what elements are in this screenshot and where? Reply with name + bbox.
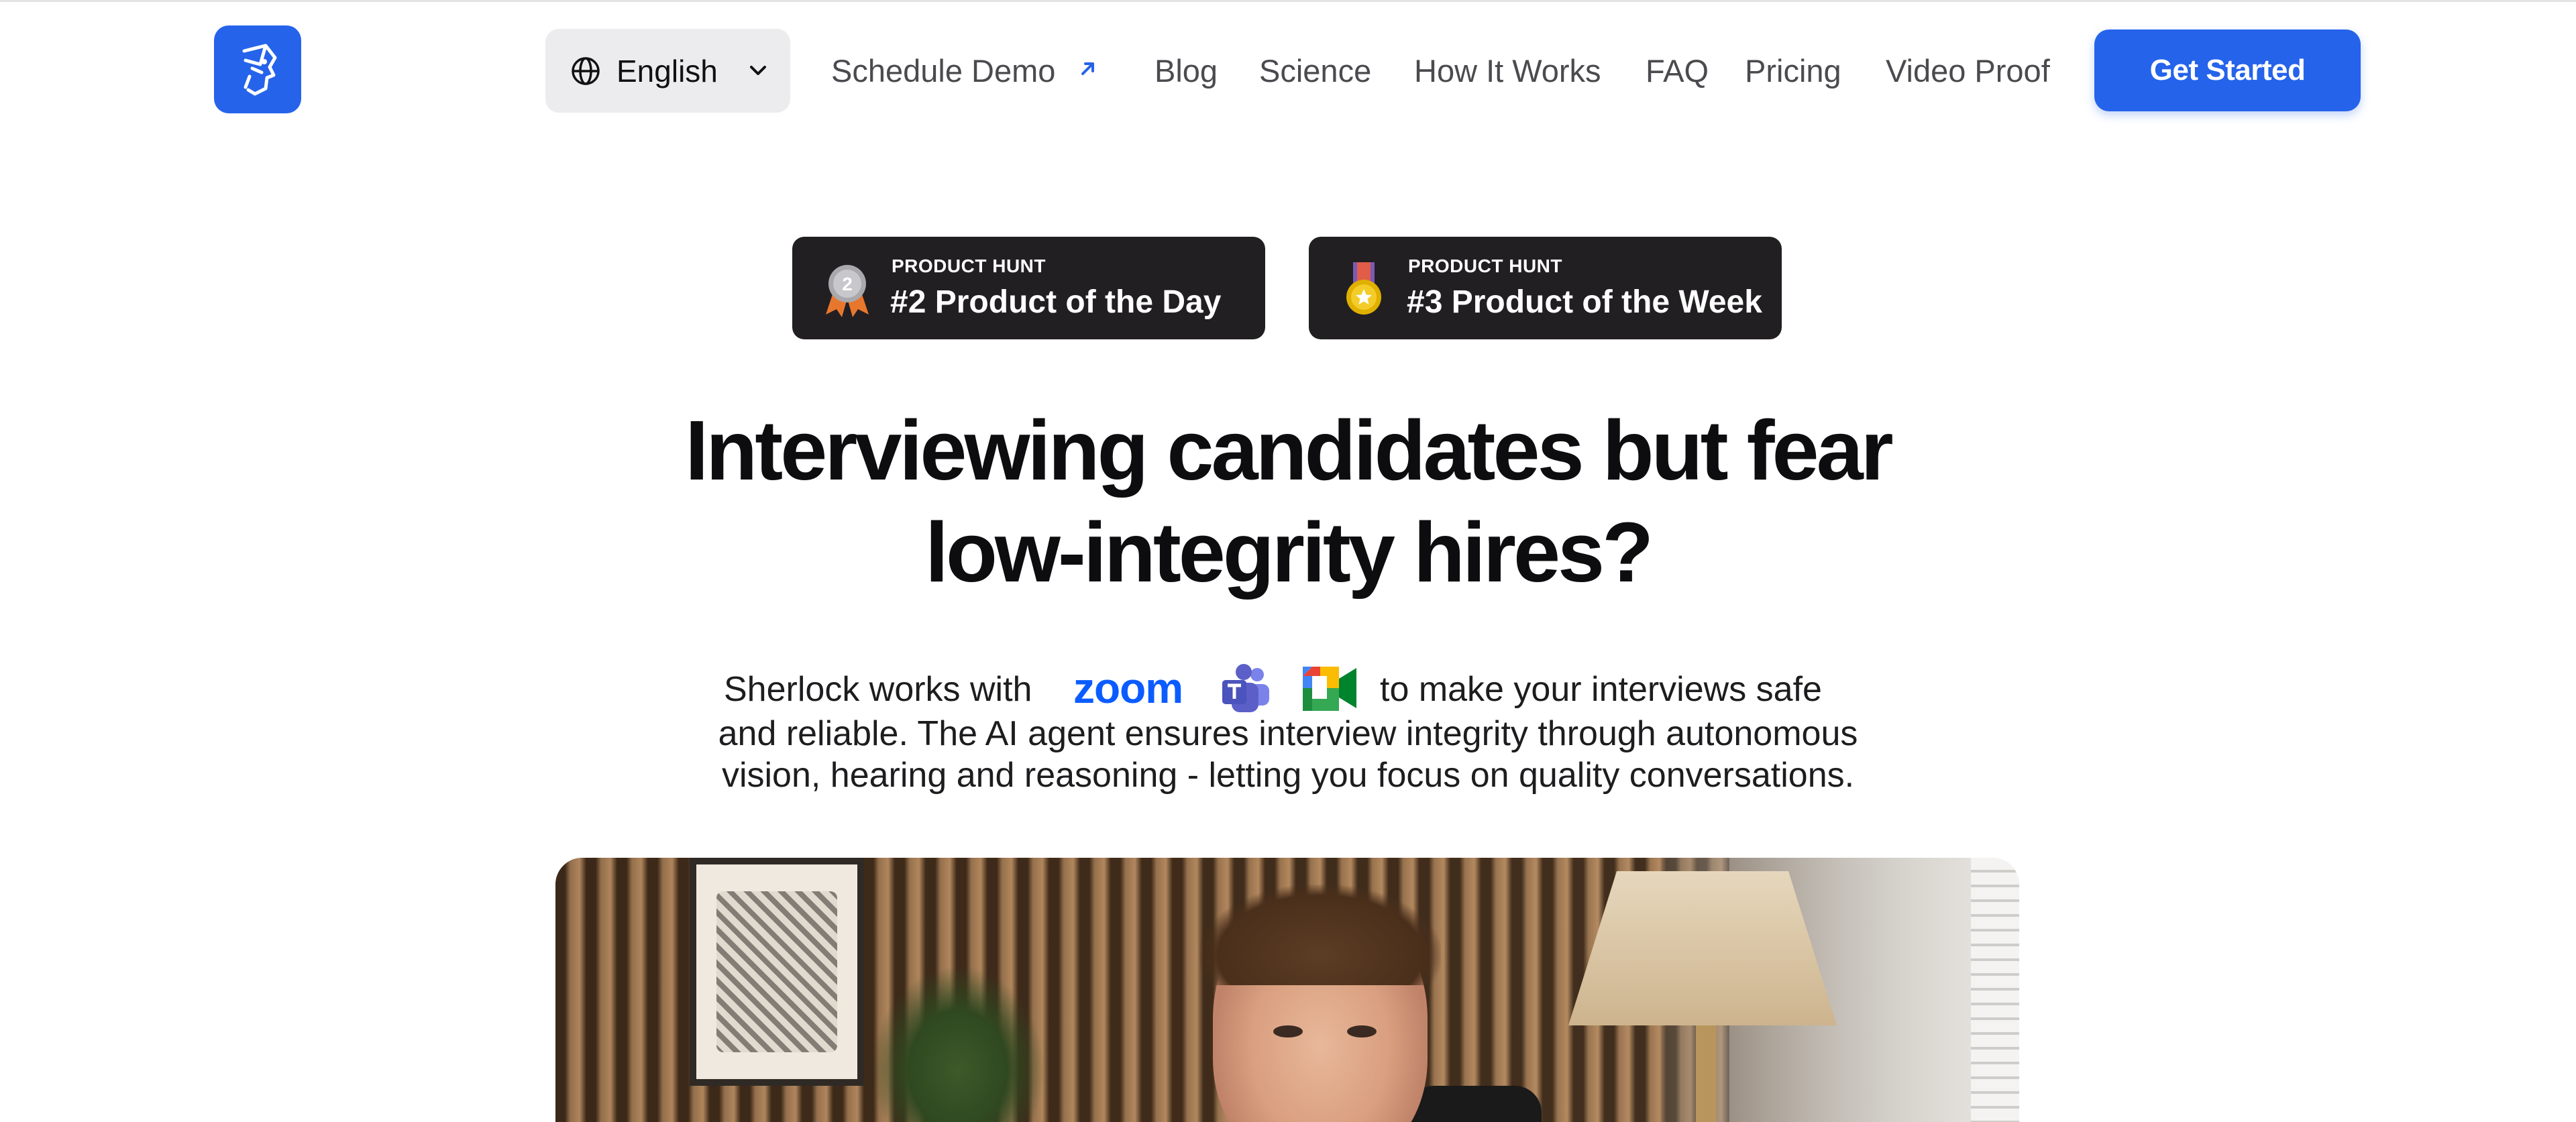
badge-title: #2 Product of the Day: [890, 284, 1222, 320]
top-border: [0, 0, 2576, 2]
gold-medal-icon: [1346, 262, 1381, 315]
zoom-logo-icon: zoom: [1073, 668, 1183, 711]
language-selector[interactable]: English: [545, 29, 790, 113]
sherlock-logo[interactable]: [214, 25, 301, 113]
window-blinds: [1971, 858, 2019, 1122]
zoom-logo-text: zoom: [1073, 668, 1183, 711]
nav-how-it-works[interactable]: How It Works: [1414, 52, 1601, 90]
lamp-stem: [1696, 1025, 1716, 1122]
product-hunt-badge-week[interactable]: PRODUCT HUNT #3 Product of the Week: [1309, 237, 1782, 339]
presenter-hair: [1199, 885, 1441, 985]
silver-medal-icon: 2: [826, 265, 869, 317]
chair: [1407, 1086, 1542, 1122]
nav-blog[interactable]: Blog: [1155, 52, 1218, 90]
medal-rank-text: 2: [842, 274, 853, 294]
nav-pricing[interactable]: Pricing: [1745, 52, 1841, 90]
nav-video-proof[interactable]: Video Proof: [1886, 52, 2050, 90]
hero-video[interactable]: [555, 858, 2019, 1122]
nav-science[interactable]: Science: [1259, 52, 1371, 90]
presenter-eye-right: [1347, 1025, 1377, 1037]
globe-icon: [572, 56, 600, 85]
nav-faq[interactable]: FAQ: [1646, 52, 1709, 90]
plant: [871, 965, 1045, 1122]
subtitle-suffix: to make your interviews safe: [1380, 670, 1822, 709]
subtitle-prefix: Sherlock works with: [724, 670, 1032, 709]
badge-title: #3 Product of the Week: [1407, 284, 1762, 320]
nav-schedule-demo[interactable]: Schedule Demo: [831, 52, 1055, 90]
sherlock-head-icon: [242, 44, 277, 95]
presenter-eye-left: [1273, 1025, 1303, 1037]
subtitle-line3: vision, hearing and reasoning - letting …: [721, 756, 1855, 795]
badge-source: PRODUCT HUNT: [892, 256, 1046, 276]
badge-source: PRODUCT HUNT: [1408, 256, 1562, 276]
landing-page: English Schedule Demo Blog Science How I…: [0, 0, 2576, 1122]
language-label: English: [616, 53, 718, 89]
hero-headline-line1: Interviewing candidates but fear: [685, 403, 1893, 498]
product-hunt-badge-day[interactable]: 2 PRODUCT HUNT #2 Product of the Day: [792, 237, 1265, 339]
framed-poster: [690, 858, 864, 1086]
external-link-arrow-icon: [1081, 62, 1094, 75]
get-started-button[interactable]: Get Started: [2094, 30, 2361, 111]
google-meet-icon: [1303, 667, 1356, 711]
microsoft-teams-icon: [1222, 664, 1269, 712]
chevron-down-icon: [750, 66, 766, 75]
subtitle-line2: and reliable. The AI agent ensures inter…: [718, 714, 1858, 753]
hero-headline-line2: low-integrity hires?: [924, 505, 1654, 600]
